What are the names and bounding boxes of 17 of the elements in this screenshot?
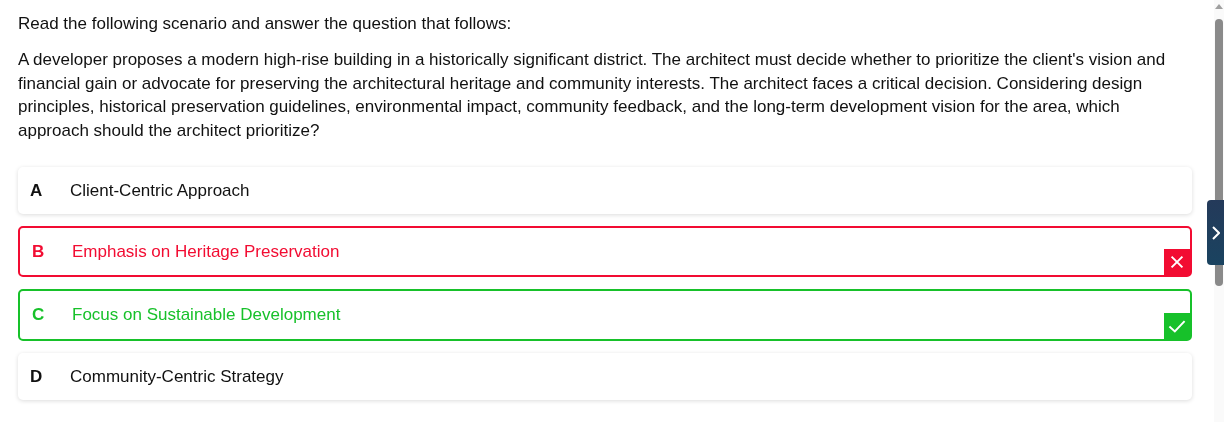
option-text: Emphasis on Heritage Preservation	[72, 241, 340, 262]
option-text: Community-Centric Strategy	[70, 366, 284, 387]
expand-panel-button[interactable]	[1207, 200, 1224, 265]
close-icon	[1164, 249, 1190, 275]
option-letter: A	[30, 180, 44, 201]
answer-option[interactable]: B Emphasis on Heritage Preservation	[18, 226, 1192, 277]
option-letter: B	[32, 241, 46, 262]
answer-option[interactable]: A Client-Centric Approach	[18, 167, 1192, 214]
answer-option[interactable]: D Community-Centric Strategy	[18, 353, 1192, 400]
instruction-text: Read the following scenario and answer the question that follows:	[18, 13, 513, 35]
option-letter: D	[30, 366, 44, 387]
option-text: Client-Centric Approach	[70, 180, 250, 201]
option-text: Focus on Sustainable Development	[72, 305, 341, 325]
scenario-text: A developer proposes a modern high-rise building in a historically significant district. The architect must decide whether to prioritize the client's vision and financial gain or advocate for preserving the architectural heritage and community interests. The architect faces a critical decision. Considering design principles, historical preservation guidelines, environmental impact, community feedback, and the long-term development vision for the area, which approach should the architect prioritize?	[18, 49, 1167, 142]
checkmark-icon	[1164, 313, 1190, 339]
chevron-right-icon	[1212, 225, 1220, 240]
option-letter: C	[32, 305, 46, 325]
